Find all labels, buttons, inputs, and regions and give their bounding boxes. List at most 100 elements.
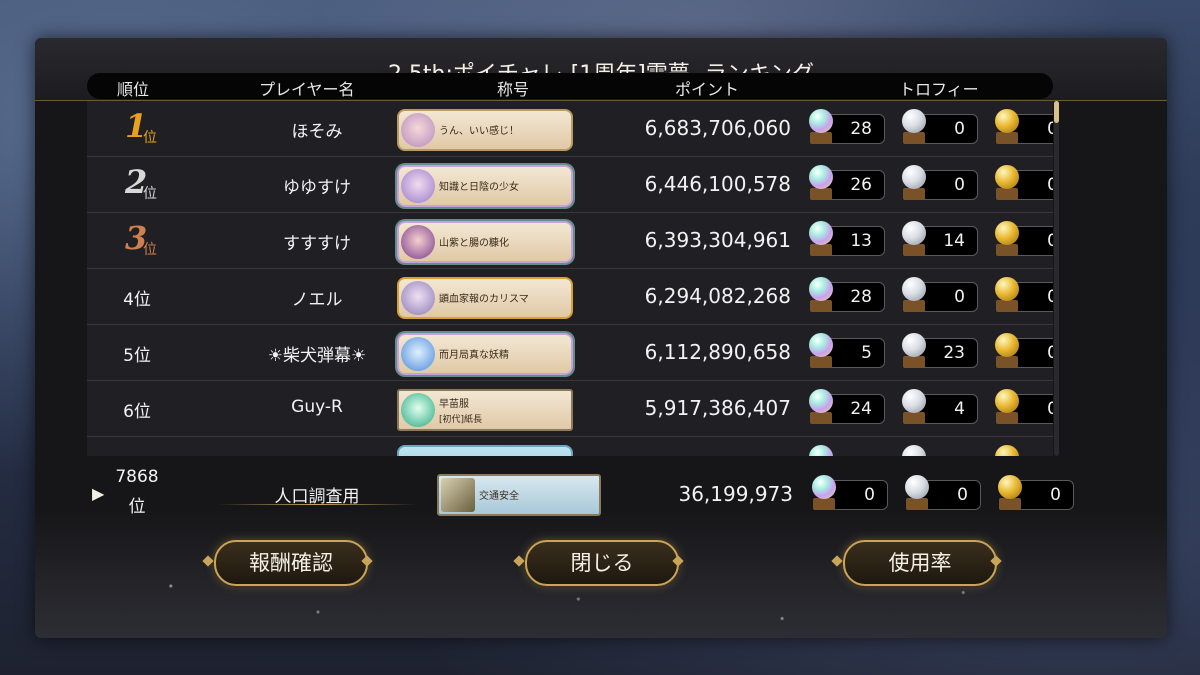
gold-trophy-icon (995, 277, 1019, 301)
character-icon (401, 337, 435, 371)
title-badge: 早苗服 [初代]紙長 (397, 389, 573, 431)
character-icon (401, 393, 435, 427)
trophy-rainbow: 0 (812, 475, 890, 510)
trophy-gold: 0 (995, 109, 1053, 144)
usage-rate-label: 使用率 (888, 551, 952, 575)
close-button[interactable]: 閉じる (525, 540, 679, 586)
table-row[interactable] (87, 437, 1053, 456)
badge-text: 而月局真な妖精 (439, 350, 509, 361)
player-name: ☀柴犬弾幕☀ (267, 346, 367, 366)
trophy-silver: 23 (902, 333, 980, 368)
trophy-gold: 0 (995, 277, 1053, 312)
own-rank-suffix: 位 (128, 497, 146, 517)
reward-check-button[interactable]: 報酬確認 (214, 540, 368, 586)
trophy-gold: 0 (995, 221, 1053, 256)
badge-image (441, 478, 475, 512)
trophy-gold (995, 445, 1053, 456)
title-badge: 山紫と腸の糠化 (397, 221, 573, 263)
badge-text: うん、いい感じ！ (439, 126, 519, 137)
player-name: ノエル (291, 290, 343, 310)
trophy-gold: 0 (998, 475, 1076, 510)
rainbow-trophy-icon (809, 165, 833, 189)
trophy-silver: 4 (902, 389, 980, 424)
header-rank: 順位 (117, 80, 150, 99)
trophy-silver: 0 (902, 277, 980, 312)
trophy-gold: 0 (995, 165, 1053, 200)
character-icon (401, 281, 435, 315)
silver-trophy-icon (902, 277, 926, 301)
character-icon (401, 113, 435, 147)
gold-trophy-icon (995, 445, 1019, 456)
own-rank-number: 7868 (115, 467, 159, 487)
own-name-underline (217, 504, 417, 505)
title-badge: 而月局真な妖精 (397, 333, 573, 375)
gold-trophy-icon (995, 109, 1019, 133)
badge-text: 早苗服 (439, 399, 469, 410)
badge-text: 山紫と腸の糠化 (439, 238, 509, 249)
header-badge: 称号 (497, 80, 530, 99)
badge-text: 交通安全 (479, 491, 519, 502)
trophy-rainbow: 5 (809, 333, 887, 368)
table-row[interactable]: 2 位 ゆゆすけ 知識と日陰の少女 6,446,100,578 26 0 0 (87, 157, 1053, 213)
gold-trophy-icon (995, 333, 1019, 357)
rank-suffix: 位 (143, 242, 157, 258)
ranking-list[interactable]: 1 位 ほそみ うん、いい感じ！ 6,683,706,060 28 0 0 2 … (87, 101, 1053, 456)
scrollbar-thumb[interactable] (1054, 101, 1059, 123)
list-scrollbar[interactable] (1054, 101, 1059, 456)
player-name: ゆゆすけ (283, 178, 351, 198)
silver-trophy-icon (902, 221, 926, 245)
trophy-silver: 14 (902, 221, 980, 256)
character-icon (401, 169, 435, 203)
own-rank: 7868 位 (107, 462, 167, 522)
table-row[interactable]: 4位 ノエル 顕血家報のカリスマ 6,294,082,268 28 0 0 (87, 269, 1053, 325)
player-name: ほそみ (291, 122, 343, 142)
rainbow-trophy-icon (809, 221, 833, 245)
reward-check-label: 報酬確認 (249, 551, 333, 575)
player-points: 6,294,082,268 (644, 284, 791, 308)
trophy-rainbow: 28 (809, 277, 887, 312)
player-points: 6,393,304,961 (644, 228, 791, 252)
title-badge: 顕血家報のカリスマ (397, 277, 573, 319)
rainbow-trophy-icon (809, 333, 833, 357)
header-points: ポイント (675, 80, 740, 99)
gold-trophy-icon (995, 389, 1019, 413)
usage-rate-button[interactable]: 使用率 (843, 540, 997, 586)
trophy-silver: 0 (905, 475, 983, 510)
silver-trophy-icon (902, 445, 926, 456)
rainbow-trophy-icon (809, 109, 833, 133)
trophy-silver: 0 (902, 165, 980, 200)
own-points: 36,199,973 (678, 482, 793, 506)
trophy-rainbow: 13 (809, 221, 887, 256)
player-name: すすすけ (283, 234, 351, 254)
trophy-silver: 0 (902, 109, 980, 144)
trophy-rainbow (809, 445, 887, 456)
rank-suffix: 位 (143, 130, 157, 146)
player-points: 6,112,890,658 (644, 340, 791, 364)
header-player: プレイヤー名 (259, 80, 355, 99)
table-row[interactable]: 1 位 ほそみ うん、いい感じ！ 6,683,706,060 28 0 0 (87, 101, 1053, 157)
rainbow-trophy-icon (809, 445, 833, 456)
character-icon (401, 225, 435, 259)
rainbow-trophy-icon (812, 475, 836, 499)
trophy-rainbow: 28 (809, 109, 887, 144)
rank-suffix: 位 (143, 186, 157, 202)
rainbow-trophy-icon (809, 277, 833, 301)
rank-label: 6位 (123, 402, 151, 422)
table-row[interactable]: 3 位 すすすけ 山紫と腸の糠化 6,393,304,961 13 14 0 (87, 213, 1053, 269)
table-header: 順位 プレイヤー名 称号 ポイント トロフィー (87, 73, 1053, 99)
own-ranking-row: ▶ 7868 位 人口調査用 交通安全 36,199,973 0 0 0 (87, 462, 1074, 530)
table-row[interactable]: 5位 ☀柴犬弾幕☀ 而月局真な妖精 6,112,890,658 5 23 0 (87, 325, 1053, 381)
trophy-rainbow: 26 (809, 165, 887, 200)
gold-trophy-icon (995, 165, 1019, 189)
player-points: 6,683,706,060 (644, 116, 791, 140)
trophy-rainbow: 24 (809, 389, 887, 424)
silver-trophy-icon (905, 475, 929, 499)
trophy-gold: 0 (995, 389, 1053, 424)
header-trophy: トロフィー (899, 80, 979, 99)
table-row[interactable]: 6位 Guy-R 早苗服 [初代]紙長 5,917,386,407 24 4 0 (87, 381, 1053, 437)
trophy-gold: 0 (995, 333, 1053, 368)
player-points: 6,446,100,578 (644, 172, 791, 196)
close-label: 閉じる (570, 551, 634, 575)
rank-label: 5位 (123, 346, 151, 366)
player-name: Guy-R (291, 397, 343, 417)
